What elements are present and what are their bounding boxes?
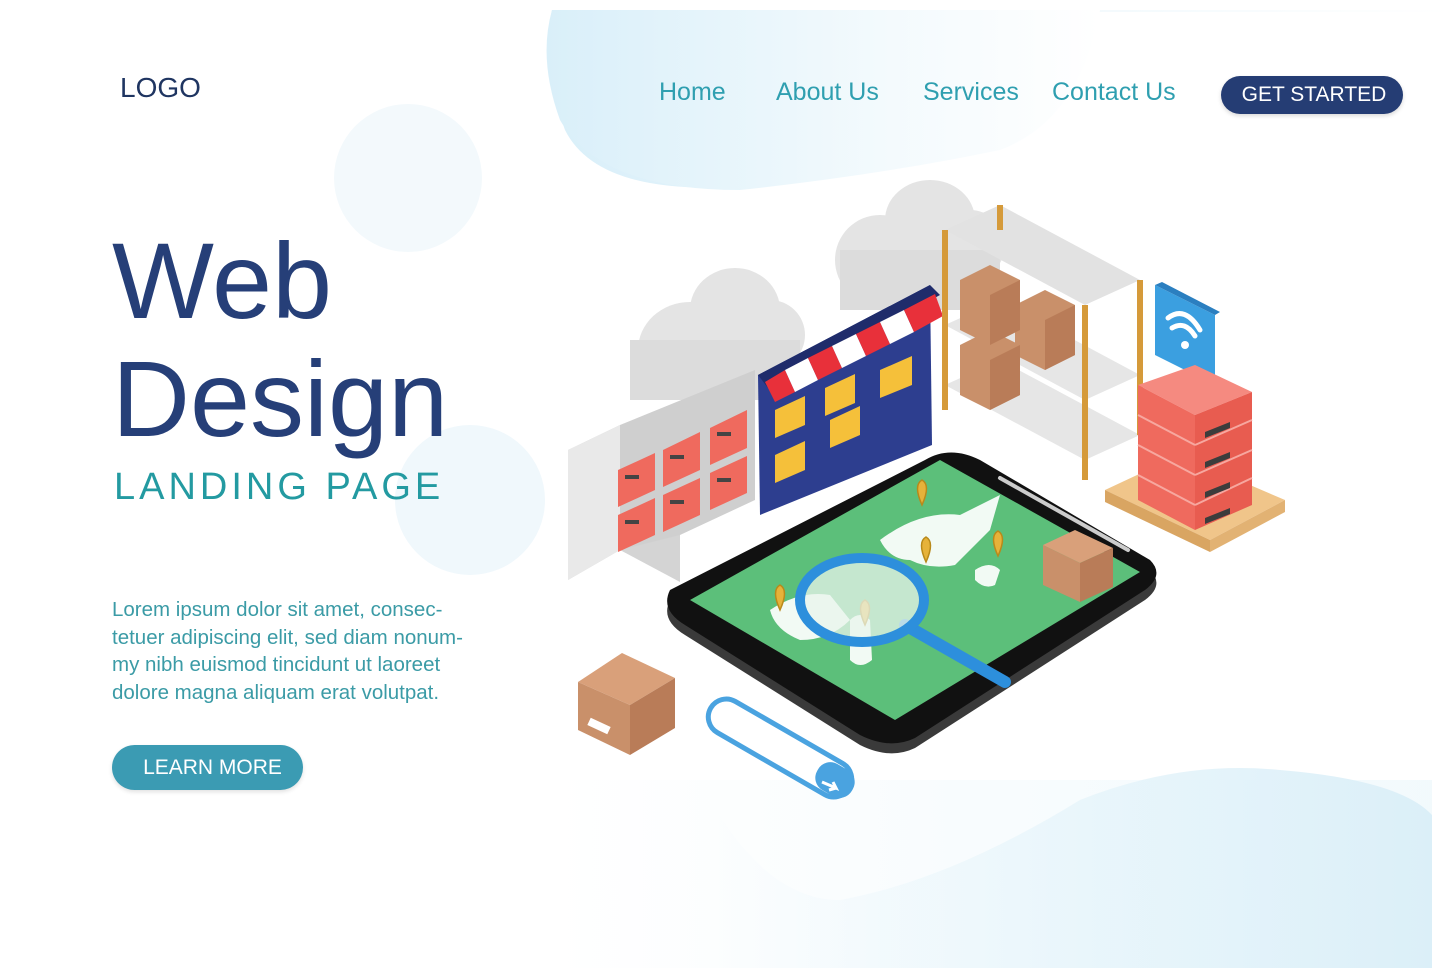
pallet-boxes	[1105, 365, 1285, 552]
hero-illustration	[568, 180, 1285, 800]
description-line: Lorem ipsum dolor sit amet, consec-	[112, 598, 443, 621]
nav-about-us[interactable]: About Us	[776, 78, 879, 107]
nav-contact-us[interactable]: Contact Us	[1052, 78, 1176, 107]
title-line-1: Web	[112, 220, 333, 341]
learn-more-button[interactable]: LEARN MORE	[112, 745, 303, 790]
hero-description: Lorem ipsum dolor sit amet, consec- tetu…	[112, 596, 512, 706]
main-nav: Home About Us Services Contact Us	[0, 76, 1452, 116]
server-rack	[568, 370, 755, 582]
page-subtitle: LANDING PAGE	[114, 466, 445, 508]
title-line-2: Design	[112, 338, 449, 459]
description-line: dolore magna aliquam erat volutpat.	[112, 680, 440, 704]
description-line: tetuer adipiscing elit, sed diam nonum-	[112, 625, 463, 649]
nav-services[interactable]: Services	[923, 78, 1019, 107]
description-line: my nibh euismod tincidunt ut laoreet	[112, 653, 441, 676]
nav-home[interactable]: Home	[659, 78, 726, 107]
cardboard-box	[578, 653, 675, 755]
page-title: Web Design	[112, 222, 448, 458]
